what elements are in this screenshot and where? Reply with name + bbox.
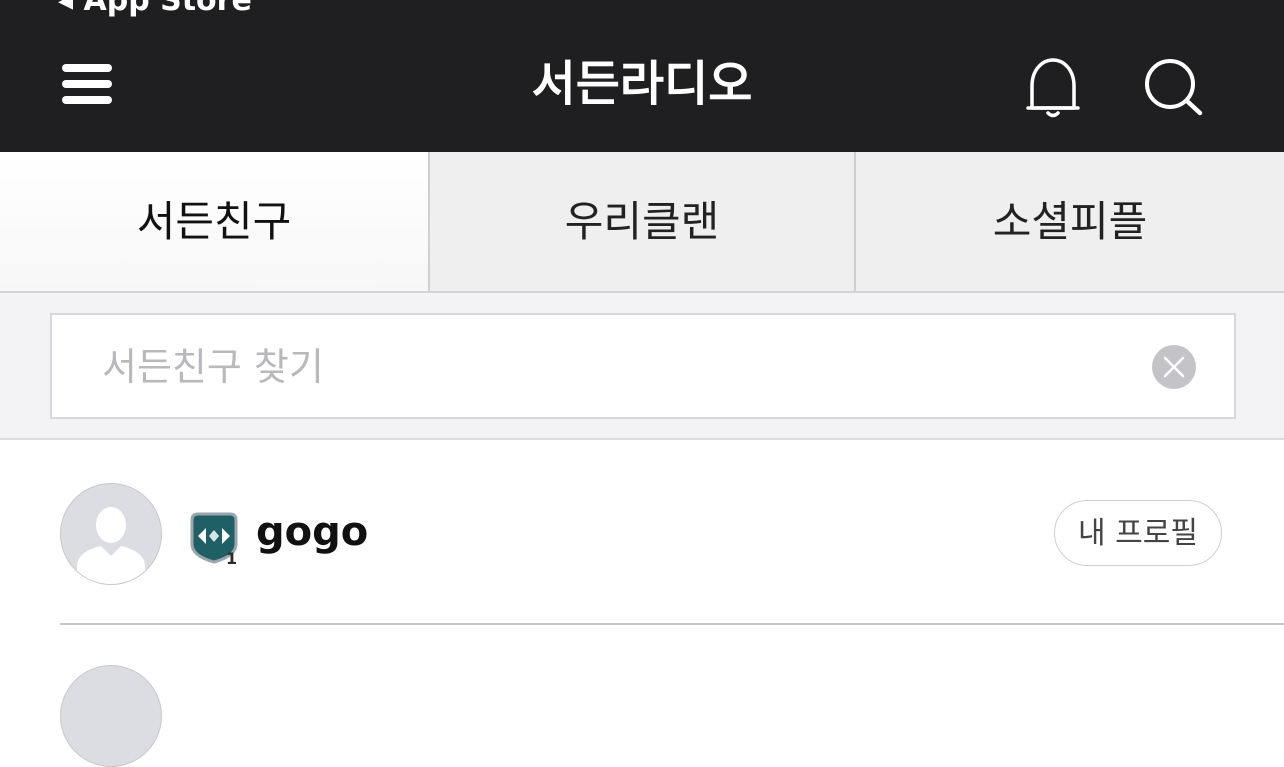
- notifications-button[interactable]: [1024, 56, 1082, 120]
- back-to-app-store[interactable]: ◂ App Store: [58, 0, 252, 16]
- app-title: 서든라디오: [531, 56, 753, 112]
- rank-number: 1: [226, 549, 237, 566]
- search-button[interactable]: [1142, 56, 1208, 118]
- clear-search-button[interactable]: [1152, 345, 1196, 389]
- app-header: ◂ App Store 서든라디오: [0, 0, 1284, 152]
- divider: [60, 623, 1284, 625]
- tab-sudden-friends[interactable]: 서든친구: [0, 152, 430, 291]
- username: gogo: [256, 509, 369, 555]
- rank-badge-icon: 1: [186, 510, 242, 568]
- friend-search-input[interactable]: [100, 315, 1144, 419]
- default-avatar-icon: [77, 507, 145, 584]
- search-box: [50, 313, 1236, 419]
- bell-icon: [1026, 58, 1080, 118]
- avatar[interactable]: [60, 665, 162, 767]
- list-item: 1 gogo 내 프로필: [0, 440, 1284, 624]
- my-profile-button[interactable]: 내 프로필: [1054, 500, 1222, 566]
- search-area: [0, 293, 1284, 440]
- avatar[interactable]: [60, 483, 162, 585]
- tab-our-clan[interactable]: 우리클랜: [430, 152, 856, 291]
- tab-social-people[interactable]: 소셜피플: [856, 152, 1284, 291]
- clear-x-icon: [1163, 356, 1185, 378]
- search-icon: [1145, 59, 1203, 116]
- friend-tabs: 서든친구 우리클랜 소셜피플: [0, 152, 1284, 293]
